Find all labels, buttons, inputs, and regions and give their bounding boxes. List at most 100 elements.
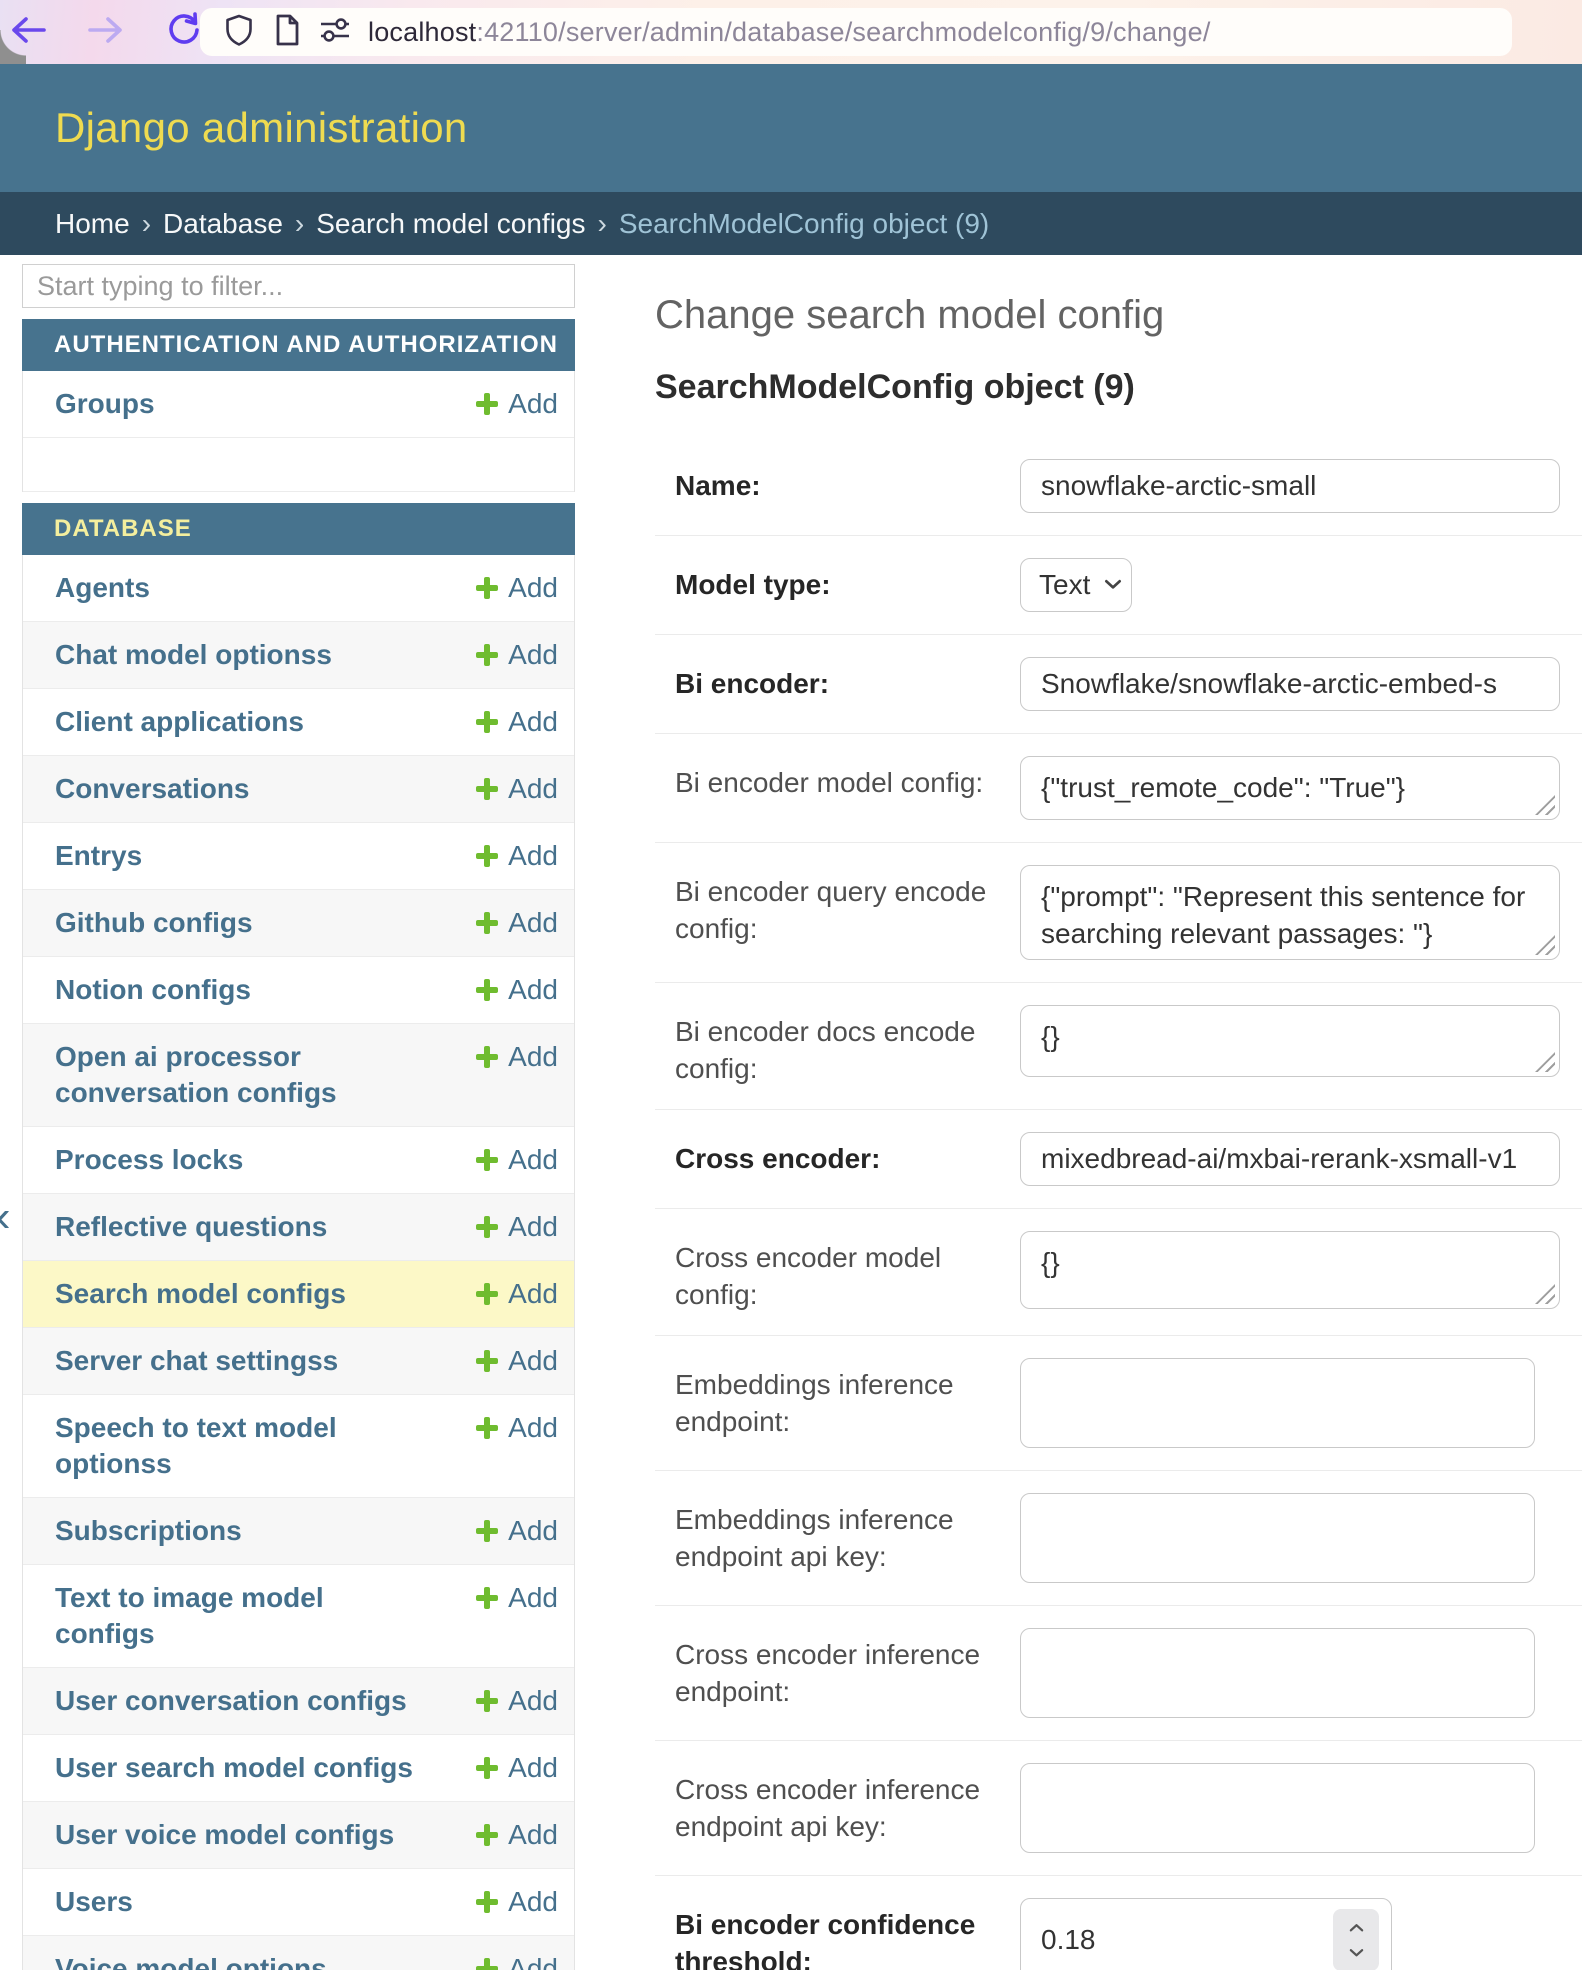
add-link-entrys[interactable]: Add bbox=[476, 838, 558, 874]
model-link-open-ai-processor-conversation-configs[interactable]: Open ai processor conversation configs bbox=[55, 1039, 425, 1111]
plus-icon bbox=[476, 393, 498, 415]
plus-icon bbox=[476, 1587, 498, 1609]
sidebar-item-text-to-image-model-configs: Text to image model configs Add bbox=[23, 1565, 574, 1668]
add-link-chat-model-optionss[interactable]: Add bbox=[476, 637, 558, 673]
input-embeddings-inference-endpoint-api-key[interactable] bbox=[1020, 1493, 1535, 1583]
add-link-client-applications[interactable]: Add bbox=[476, 704, 558, 740]
number-spinner[interactable] bbox=[1333, 1909, 1379, 1970]
breadcrumb-separator: › bbox=[598, 208, 607, 240]
field-label-bi-encoder: Bi encoder: bbox=[655, 657, 1005, 702]
model-link-reflective-questions[interactable]: Reflective questions bbox=[55, 1209, 327, 1245]
sidebar-item-open-ai-processor-conversation-configs: Open ai processor conversation configs Ad… bbox=[23, 1024, 574, 1127]
model-link-voice-model-options[interactable]: Voice model options bbox=[55, 1951, 327, 1970]
field-control bbox=[1020, 1628, 1535, 1718]
add-link-open-ai-processor-conversation-configs[interactable]: Add bbox=[476, 1039, 558, 1075]
sidebar-collapse-toggle[interactable]: « bbox=[0, 1192, 10, 1242]
sidebar-module-database: DATABASE Agents Add Chat model optionss Add C… bbox=[22, 503, 575, 1970]
url-bar[interactable]: localhost:42110/server/admin/database/se… bbox=[200, 8, 1512, 56]
model-link-server-chat-settingss[interactable]: Server chat settingss bbox=[55, 1343, 338, 1379]
form-row-bi-encoder-docs-encode-config: Bi encoder docs encode config: bbox=[655, 983, 1582, 1110]
plus-icon bbox=[476, 711, 498, 733]
model-link-user-voice-model-configs[interactable]: User voice model configs bbox=[55, 1817, 394, 1853]
input-bi-encoder[interactable] bbox=[1020, 657, 1560, 711]
field-label-name: Name: bbox=[655, 459, 1005, 504]
model-link-github-configs[interactable]: Github configs bbox=[55, 905, 253, 941]
url-text[interactable]: localhost:42110/server/admin/database/se… bbox=[368, 17, 1211, 48]
page: localhost:42110/server/admin/database/se… bbox=[0, 0, 1582, 1970]
module-caption[interactable]: DATABASE bbox=[22, 503, 575, 555]
add-link-user-voice-model-configs[interactable]: Add bbox=[476, 1817, 558, 1853]
model-link-users[interactable]: Users bbox=[55, 1884, 133, 1920]
model-link-chat-model-optionss[interactable]: Chat model optionss bbox=[55, 637, 332, 673]
add-link-conversations[interactable]: Add bbox=[476, 771, 558, 807]
field-control bbox=[1020, 1493, 1535, 1583]
model-link-conversations[interactable]: Conversations bbox=[55, 771, 250, 807]
add-link-subscriptions[interactable]: Add bbox=[476, 1513, 558, 1549]
input-embeddings-inference-endpoint[interactable] bbox=[1020, 1358, 1535, 1448]
input-name[interactable] bbox=[1020, 459, 1560, 513]
field-label-model-type: Model type: bbox=[655, 558, 1005, 603]
model-link-speech-to-text-model-optionss[interactable]: Speech to text model optionss bbox=[55, 1410, 425, 1482]
sidebar-item-search-model-configs: Search model configs Add bbox=[23, 1261, 574, 1328]
add-link-server-chat-settingss[interactable]: Add bbox=[476, 1343, 558, 1379]
select-model-type[interactable]: Text bbox=[1020, 558, 1132, 612]
sidebar-item-users: Users Add bbox=[23, 1869, 574, 1936]
field-label-cross-encoder-inference-endpoint: Cross encoder inference endpoint: bbox=[655, 1628, 1005, 1710]
model-link-text-to-image-model-configs[interactable]: Text to image model configs bbox=[55, 1580, 425, 1652]
input-cross-encoder[interactable] bbox=[1020, 1132, 1560, 1186]
add-link-notion-configs[interactable]: Add bbox=[476, 972, 558, 1008]
model-link-user-conversation-configs[interactable]: User conversation configs bbox=[55, 1683, 407, 1719]
add-link-text-to-image-model-configs[interactable]: Add bbox=[476, 1580, 558, 1616]
add-link-process-locks[interactable]: Add bbox=[476, 1142, 558, 1178]
model-link-agents[interactable]: Agents bbox=[55, 570, 150, 606]
form-row-model-type: Model type: Text bbox=[655, 536, 1582, 635]
field-control bbox=[1020, 1231, 1560, 1309]
spinner-up-icon[interactable] bbox=[1349, 1919, 1364, 1937]
model-link-notion-configs[interactable]: Notion configs bbox=[55, 972, 251, 1008]
input-cross-encoder-inference-endpoint-api-key[interactable] bbox=[1020, 1763, 1535, 1853]
document-icon[interactable] bbox=[272, 13, 302, 52]
add-label: Add bbox=[508, 1817, 558, 1853]
model-link-search-model-configs[interactable]: Search model configs bbox=[55, 1276, 346, 1312]
add-label: Add bbox=[508, 771, 558, 807]
textarea-bi-encoder-query-encode-config[interactable] bbox=[1020, 865, 1560, 960]
add-link-user-conversation-configs[interactable]: Add bbox=[476, 1683, 558, 1719]
field-control bbox=[1020, 1898, 1392, 1970]
textarea-bi-encoder-model-config[interactable] bbox=[1020, 756, 1560, 820]
add-label: Add bbox=[508, 1951, 558, 1970]
model-link-process-locks[interactable]: Process locks bbox=[55, 1142, 243, 1178]
model-link-client-applications[interactable]: Client applications bbox=[55, 704, 304, 740]
input-cross-encoder-inference-endpoint[interactable] bbox=[1020, 1628, 1535, 1718]
add-link-reflective-questions[interactable]: Add bbox=[476, 1209, 558, 1245]
model-link-entrys[interactable]: Entrys bbox=[55, 838, 142, 874]
breadcrumb-link-home[interactable]: Home bbox=[55, 208, 130, 240]
add-label: Add bbox=[508, 386, 558, 422]
breadcrumb-link-search-model-configs[interactable]: Search model configs bbox=[316, 208, 585, 240]
add-link-users[interactable]: Add bbox=[476, 1884, 558, 1920]
model-link-groups[interactable]: Groups bbox=[55, 386, 155, 422]
model-link-subscriptions[interactable]: Subscriptions bbox=[55, 1513, 242, 1549]
model-link-user-search-model-configs[interactable]: User search model configs bbox=[55, 1750, 413, 1786]
site-title[interactable]: Django administration bbox=[55, 104, 468, 152]
add-link-speech-to-text-model-optionss[interactable]: Add bbox=[476, 1410, 558, 1446]
textarea-cross-encoder-model-config[interactable] bbox=[1020, 1231, 1560, 1309]
tune-icon[interactable] bbox=[318, 15, 352, 50]
add-link-agents[interactable]: Add bbox=[476, 570, 558, 606]
back-button[interactable] bbox=[8, 12, 48, 52]
sidebar-filter-input[interactable] bbox=[22, 264, 575, 308]
add-link-groups[interactable]: Add bbox=[476, 386, 558, 422]
add-link-search-model-configs[interactable]: Add bbox=[476, 1276, 558, 1312]
shield-icon[interactable] bbox=[222, 13, 256, 52]
forward-button[interactable] bbox=[86, 12, 126, 52]
breadcrumb-separator: › bbox=[295, 208, 304, 240]
add-link-voice-model-options[interactable]: Add bbox=[476, 1951, 558, 1970]
spinner-down-icon[interactable] bbox=[1349, 1944, 1364, 1962]
reload-button[interactable] bbox=[164, 12, 204, 52]
add-link-user-search-model-configs[interactable]: Add bbox=[476, 1750, 558, 1786]
plus-icon bbox=[476, 644, 498, 666]
breadcrumb-link-database[interactable]: Database bbox=[163, 208, 283, 240]
add-link-github-configs[interactable]: Add bbox=[476, 905, 558, 941]
module-caption[interactable]: AUTHENTICATION AND AUTHORIZATION bbox=[22, 319, 575, 371]
url-host: localhost bbox=[368, 17, 476, 47]
textarea-bi-encoder-docs-encode-config[interactable] bbox=[1020, 1005, 1560, 1077]
